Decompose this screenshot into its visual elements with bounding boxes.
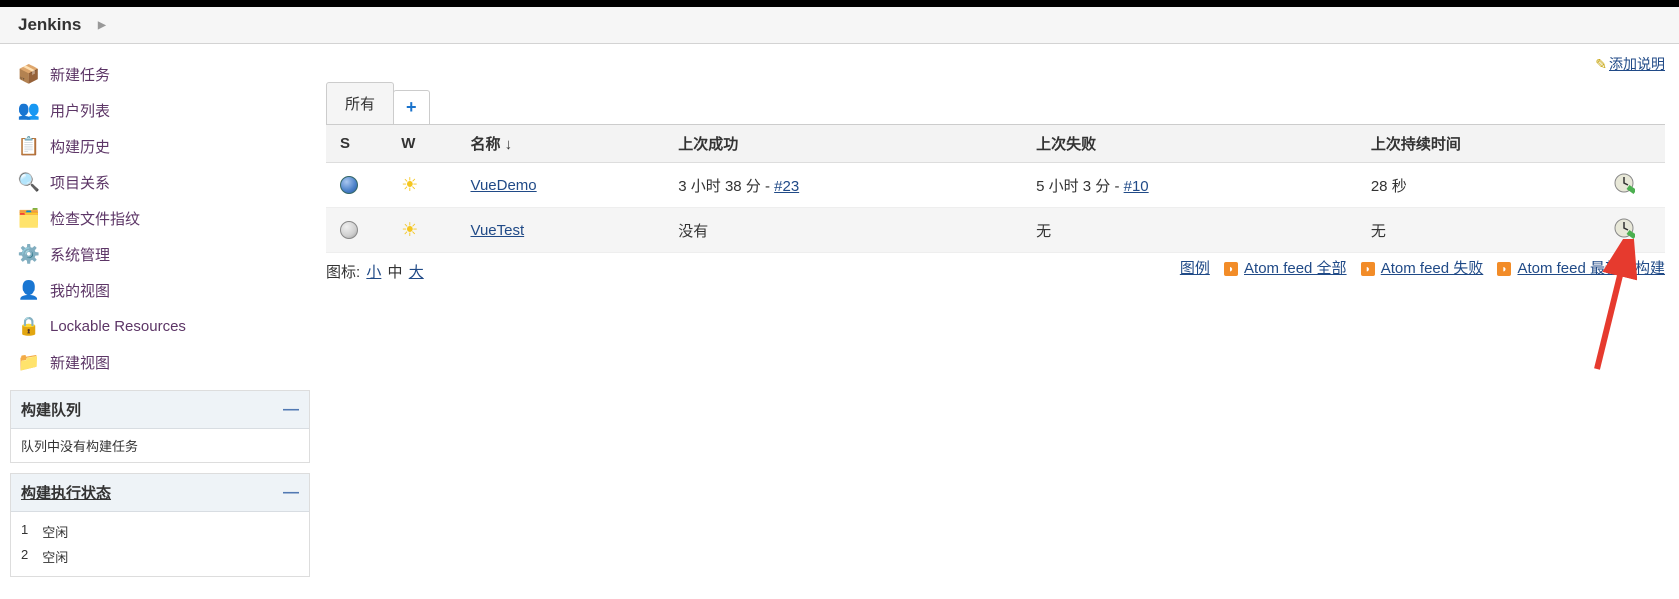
sidebar-item-fingerprint[interactable]: 🗂️ 检查文件指纹 (12, 200, 308, 236)
last-failure-text: 无 (1036, 223, 1051, 240)
sidebar-item-label: 新建视图 (50, 352, 110, 373)
rss-icon (1497, 262, 1511, 276)
people-icon: 👥 (18, 99, 40, 121)
last-success-text: 3 小时 38 分 - (678, 178, 774, 195)
view-tabs: 所有 + (326, 82, 1665, 125)
schedule-build-button[interactable] (1613, 172, 1635, 194)
col-name[interactable]: 名称 ↓ (465, 125, 673, 163)
build-executor-widget: 构建执行状态 — 1 空闲 2 空闲 (10, 473, 310, 577)
collapse-button[interactable]: — (283, 401, 299, 419)
chevron-right-icon: ▶ (98, 20, 106, 31)
tab-all[interactable]: 所有 (326, 82, 394, 124)
icon-size-small[interactable]: 小 (366, 264, 381, 281)
status-ball-grey-icon[interactable] (340, 221, 358, 239)
rss-icon (1361, 262, 1375, 276)
job-name-link[interactable]: VueTest (471, 222, 525, 239)
duration-text: 无 (1365, 208, 1607, 253)
sidebar-item-label: 我的视图 (50, 280, 110, 301)
tab-add-view[interactable]: + (393, 90, 430, 124)
lock-icon: 🔒 (18, 315, 40, 337)
col-last-success[interactable]: 上次成功 (672, 125, 1030, 163)
search-icon: 🔍 (18, 171, 40, 193)
sidebar-item-new-item[interactable]: 📦 新建任务 (12, 56, 308, 92)
history-icon: 📋 (18, 135, 40, 157)
build-queue-title: 构建队列 (21, 399, 81, 420)
collapse-button[interactable]: — (283, 484, 299, 502)
icon-size-large[interactable]: 大 (409, 264, 424, 281)
feed-latest-link[interactable]: Atom feed 最新的构建 (1517, 260, 1665, 277)
legend-link[interactable]: 图例 (1180, 260, 1210, 277)
executor-status: 空闲 (42, 522, 68, 541)
sidebar-item-label: 检查文件指纹 (50, 208, 140, 229)
col-duration[interactable]: 上次持续时间 (1365, 125, 1607, 163)
table-row: ☀ VueDemo 3 小时 38 分 - #23 5 小时 3 分 - #10… (326, 163, 1665, 208)
col-status[interactable]: S (326, 125, 395, 163)
schedule-build-button[interactable] (1613, 217, 1635, 239)
job-table: S W 名称 ↓ 上次成功 上次失败 上次持续时间 ☀ VueDemo 3 小时… (326, 125, 1665, 253)
gear-icon: ⚙️ (18, 243, 40, 265)
sidebar-item-build-history[interactable]: 📋 构建历史 (12, 128, 308, 164)
build-queue-empty: 队列中没有构建任务 (11, 429, 309, 462)
executor-num: 1 (21, 522, 28, 541)
icon-size-medium[interactable]: 中 (388, 264, 403, 281)
feed-all-link[interactable]: Atom feed 全部 (1244, 260, 1347, 277)
breadcrumb: Jenkins ▶ (0, 7, 1679, 44)
pencil-icon: ✎ (1595, 56, 1607, 72)
sidebar-item-my-views[interactable]: 👤 我的视图 (12, 272, 308, 308)
sidebar-item-label: 用户列表 (50, 100, 110, 121)
sidebar: 📦 新建任务 👥 用户列表 📋 构建历史 🔍 项目关系 🗂️ 检查文件指纹 ⚙️ (0, 44, 320, 599)
col-weather[interactable]: W (395, 125, 464, 163)
top-black-bar (0, 0, 1679, 7)
col-last-failure[interactable]: 上次失败 (1030, 125, 1365, 163)
fingerprint-icon: 🗂️ (18, 207, 40, 229)
folder-icon: 📁 (18, 351, 40, 373)
duration-text: 28 秒 (1365, 163, 1607, 208)
build-executor-title[interactable]: 构建执行状态 (21, 482, 111, 503)
sidebar-item-project-relationship[interactable]: 🔍 项目关系 (12, 164, 308, 200)
sidebar-item-label: 项目关系 (50, 172, 110, 193)
sidebar-item-label: Lockable Resources (50, 318, 186, 335)
new-item-icon: 📦 (18, 63, 40, 85)
last-success-text: 没有 (678, 223, 708, 240)
sidebar-item-people[interactable]: 👥 用户列表 (12, 92, 308, 128)
user-icon: 👤 (18, 279, 40, 301)
executor-row: 1 空闲 (21, 519, 299, 544)
breadcrumb-home[interactable]: Jenkins (18, 15, 81, 34)
sidebar-item-label: 构建历史 (50, 136, 110, 157)
col-actions (1607, 125, 1665, 163)
icon-size-selector: 图标: 小 中 大 (326, 261, 426, 282)
sidebar-item-manage[interactable]: ⚙️ 系统管理 (12, 236, 308, 272)
last-failure-text: 5 小时 3 分 - (1036, 178, 1124, 195)
rss-icon (1224, 262, 1238, 276)
last-failure-build-link[interactable]: #10 (1124, 178, 1149, 195)
main-content: ✎添加说明 所有 + S W 名称 ↓ 上次成功 上次失败 上次持续时间 (320, 44, 1679, 599)
sidebar-item-label: 新建任务 (50, 64, 110, 85)
last-success-build-link[interactable]: #23 (774, 178, 799, 195)
status-ball-blue-icon[interactable] (340, 176, 358, 194)
add-description-link[interactable]: 添加说明 (1609, 56, 1665, 72)
sidebar-item-new-view[interactable]: 📁 新建视图 (12, 344, 308, 380)
icon-size-label: 图标: (326, 264, 364, 281)
feed-fail-link[interactable]: Atom feed 失败 (1381, 260, 1484, 277)
job-name-link[interactable]: VueDemo (471, 177, 537, 194)
weather-sun-icon[interactable]: ☀ (401, 175, 418, 196)
table-row: ☀ VueTest 没有 无 无 (326, 208, 1665, 253)
sidebar-item-label: 系统管理 (50, 244, 110, 265)
weather-sun-icon[interactable]: ☀ (401, 220, 418, 241)
sidebar-item-lockable[interactable]: 🔒 Lockable Resources (12, 308, 308, 344)
build-queue-widget: 构建队列 — 队列中没有构建任务 (10, 390, 310, 463)
